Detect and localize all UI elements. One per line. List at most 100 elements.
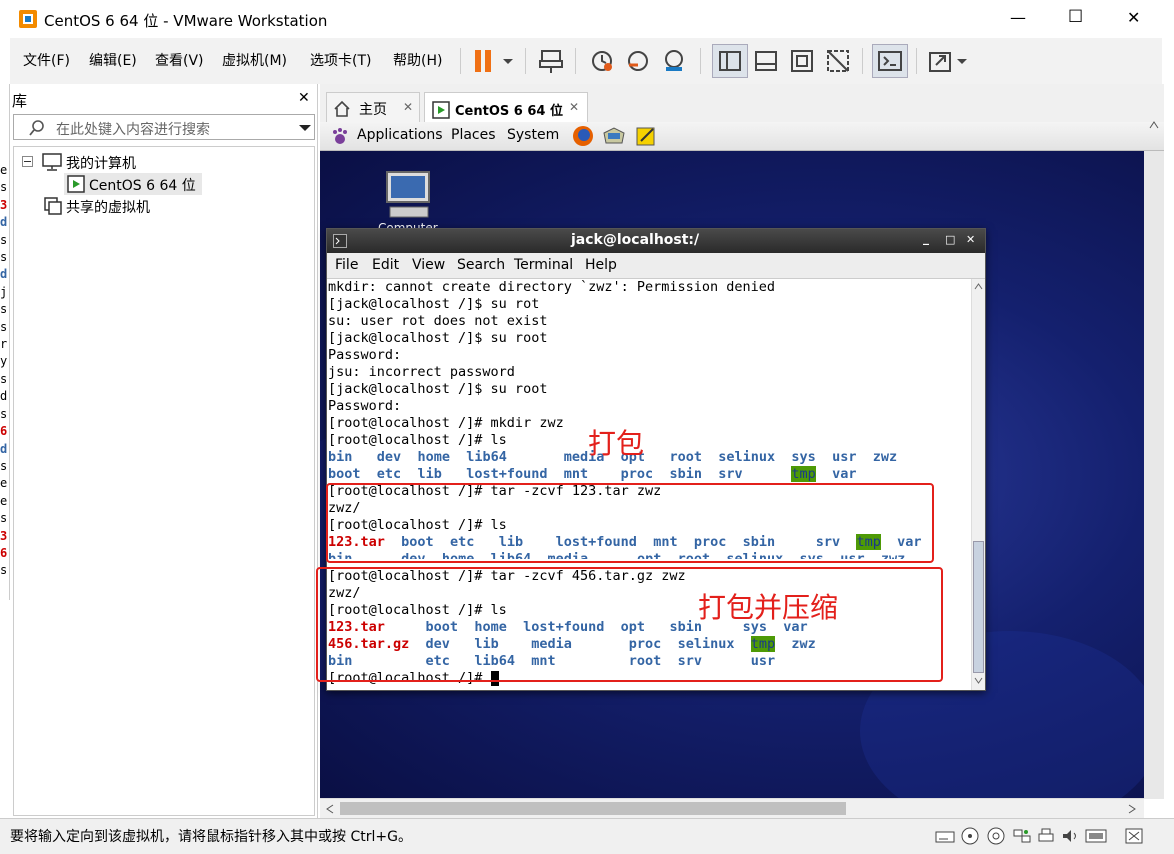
tree-shared-vms[interactable]: 共享的虚拟机 [66,197,150,217]
vm-running-icon [67,175,85,193]
tab-home-close-icon[interactable]: ✕ [403,100,413,114]
terminal-line: su: user rot does not exist [328,313,548,329]
terminal-close-button[interactable]: ✕ [966,233,975,246]
pause-icon[interactable] [470,47,498,75]
cd-dvd-icon[interactable] [960,826,980,846]
text-editor-icon[interactable] [635,125,657,147]
gnome-top-panel: Applications Places System [320,122,1164,151]
search-icon [29,120,44,136]
revert-snapshot-icon[interactable] [624,47,652,75]
menu-file[interactable]: 文件(F) [23,38,70,84]
menu-help[interactable]: 帮助(H) [393,38,442,84]
terminal-scrollbar[interactable] [971,279,985,690]
terminal-line: Password: [328,347,402,363]
collapse-icon[interactable] [22,156,33,167]
tree-vm-label[interactable]: CentOS 6 64 位 [89,175,196,195]
firefox-icon[interactable] [571,124,595,148]
edge-char: 6 [0,424,8,439]
annotation-pack: 打包 [588,427,645,460]
computer-desktop-icon[interactable] [382,169,436,221]
home-icon [334,100,350,117]
console-view-icon[interactable] [876,47,904,75]
edge-char: s [0,302,8,317]
terminal-title: jack@localhost:/ [571,232,700,248]
background-window-edge: es3dssdjssrysds6dsees36s [0,84,10,600]
edge-char: 6 [0,545,8,560]
stretch-guest-icon[interactable] [926,47,954,75]
terminal-line: jsu: incorrect password [328,364,515,380]
tab-home[interactable]: 主页 ✕ [326,92,420,126]
thumbnail-bar-icon[interactable] [752,47,780,75]
gnome-places-menu[interactable]: Places [451,127,496,143]
mail-icon[interactable] [602,125,626,147]
shared-vms-icon [44,197,62,215]
menu-view[interactable]: 查看(V) [155,38,204,84]
terminal-titlebar[interactable]: jack@localhost:/ _ □ ✕ [327,229,985,253]
library-search-box[interactable]: 在此处键入内容进行搜索 [13,114,315,140]
printer-icon[interactable] [1036,826,1056,846]
maximize-button[interactable]: ☐ [1068,7,1083,27]
edge-char: 3 [0,197,8,212]
tree-my-computer[interactable]: 我的计算机 [66,153,136,173]
terminal-line: [root@localhost /]# ls [328,432,507,448]
chevron-down-icon[interactable] [500,47,516,75]
close-button[interactable]: ✕ [1127,8,1140,27]
sound-icon[interactable] [1060,826,1080,846]
terminal-icon [333,234,347,248]
stretch-dropdown-icon[interactable] [954,47,970,75]
snapshot-icon[interactable] [588,47,616,75]
edge-char: s [0,250,8,265]
vmware-logo-icon [19,10,37,28]
terminal-menu-terminal[interactable]: Terminal [514,257,573,273]
tab-centos-close-icon[interactable]: ✕ [569,100,579,114]
library-tree: 我的计算机 CentOS 6 64 位 共享的虚拟机 [13,146,315,816]
menu-tabs[interactable]: 选项卡(T) [310,38,371,84]
chevron-down-icon[interactable] [298,123,312,133]
vm-vertical-scrollbar[interactable] [1144,121,1164,799]
network-adapter-icon[interactable] [1012,826,1032,846]
terminal-menu-edit[interactable]: Edit [372,257,399,273]
terminal-line: [jack@localhost /]$ su root [328,381,548,397]
terminal-menu-search[interactable]: Search [457,257,505,273]
edge-char: j [0,284,8,299]
edge-char: d [0,267,8,282]
gnome-system-menu[interactable]: System [507,127,559,143]
hard-disk-icon[interactable] [934,826,956,846]
terminal-menu-help[interactable]: Help [585,257,617,273]
edge-char: s [0,511,8,526]
gnome-applications-menu[interactable]: Applications [357,127,443,143]
terminal-minimize-button[interactable]: _ [923,231,929,245]
edge-char: s [0,371,8,386]
unity-icon[interactable] [824,47,852,75]
search-input[interactable]: 在此处键入内容进行搜索 [56,119,210,139]
window-title: CentOS 6 64 位 - VMware Workstation [44,12,328,30]
edge-char: s [0,180,8,195]
snapshot-manager-icon[interactable] [660,47,688,75]
menu-edit[interactable]: 编辑(E) [89,38,137,84]
annotation-box-pack-compress [316,567,943,682]
tab-centos-label: CentOS 6 64 位 [455,104,563,119]
terminal-scroll-thumb[interactable] [973,541,984,673]
edge-char: s [0,319,8,334]
full-screen-icon[interactable] [788,47,816,75]
edge-char: e [0,476,8,491]
horizontal-scroll-thumb[interactable] [340,802,846,815]
edge-char: e [0,163,8,177]
menu-vm[interactable]: 虚拟机(M) [222,38,287,84]
show-library-icon[interactable] [716,47,744,75]
floppy-icon[interactable] [986,826,1006,846]
terminal-line: Password: [328,398,402,414]
display-icon[interactable] [1084,826,1108,846]
minimize-button[interactable]: — [1010,8,1026,27]
edge-char: s [0,563,8,578]
terminal-maximize-button[interactable]: □ [945,233,955,246]
send-ctrl-alt-del-icon[interactable] [537,47,565,75]
terminal-menu-file[interactable]: File [335,257,358,273]
edge-char: y [0,354,8,369]
library-close-button[interactable]: ✕ [298,90,310,106]
terminal-menu-view[interactable]: View [412,257,445,273]
message-log-icon[interactable] [1124,826,1144,846]
status-bar: 要将输入定向到该虚拟机，请将鼠标指针移入其中或按 Ctrl+G。 [0,818,1174,854]
vm-horizontal-scrollbar[interactable] [320,798,1144,818]
edge-char: s [0,458,8,473]
